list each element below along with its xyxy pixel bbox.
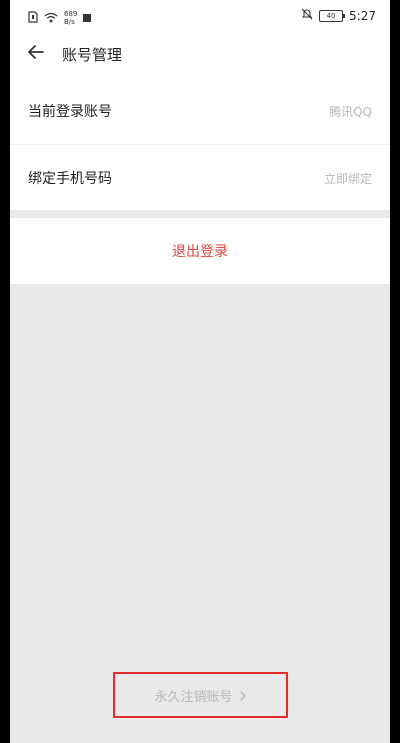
row-label: 当前登录账号 xyxy=(28,104,112,120)
row-value: 腾讯QQ xyxy=(329,104,372,119)
sim-icon xyxy=(28,8,38,27)
back-button[interactable] xyxy=(16,30,56,78)
status-bar: 689 B/s 40 5:27 xyxy=(10,0,390,30)
chevron-right-icon xyxy=(239,686,247,705)
row-bind-phone[interactable]: 绑定手机号码 立即绑定 xyxy=(10,145,390,212)
logout-button[interactable]: 退出登录 xyxy=(10,218,390,284)
row-current-account[interactable]: 当前登录账号 腾讯QQ xyxy=(10,78,390,145)
wifi-icon xyxy=(44,8,58,27)
arrow-left-icon xyxy=(27,43,45,65)
settings-list: 当前登录账号 腾讯QQ 绑定手机号码 立即绑定 xyxy=(10,78,390,212)
network-speed-unit: B/s xyxy=(64,17,75,26)
status-right: 40 5:27 xyxy=(301,8,376,23)
battery-icon: 40 xyxy=(319,9,346,22)
mute-bell-icon xyxy=(301,8,313,23)
network-speed-value: 689 xyxy=(64,9,78,18)
logout-label: 退出登录 xyxy=(172,244,228,260)
notification-icon xyxy=(83,13,92,22)
status-left: 689 B/s xyxy=(28,8,92,27)
row-label: 绑定手机号码 xyxy=(28,171,112,187)
network-speed: 689 B/s xyxy=(64,10,77,26)
page-title: 账号管理 xyxy=(62,45,123,64)
delete-account-label: 永久注销账号 xyxy=(154,689,233,705)
section-divider xyxy=(10,210,390,218)
delete-account-button[interactable]: 永久注销账号 xyxy=(113,672,288,718)
clock: 5:27 xyxy=(349,8,376,23)
row-value: 立即绑定 xyxy=(323,171,372,186)
app-header: 账号管理 xyxy=(10,30,390,78)
phone-screen: 689 B/s 40 5:27 账号管理 当前登录账号 腾讯QQ 绑定手机号码 … xyxy=(10,0,390,743)
